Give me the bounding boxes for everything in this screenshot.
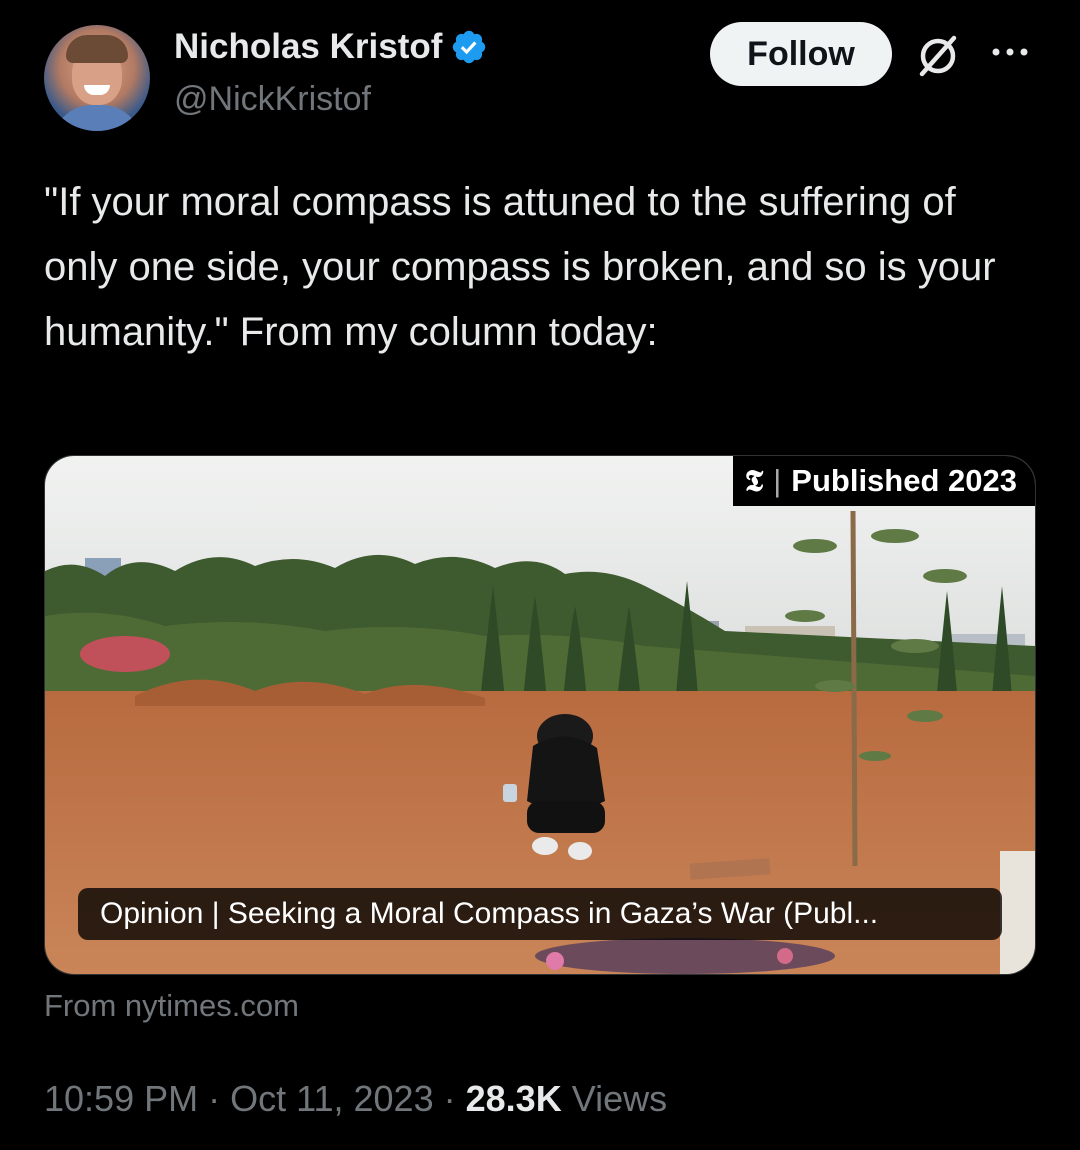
author-name-row[interactable]: Nicholas Kristof <box>174 27 488 67</box>
avatar-shirt <box>52 105 142 131</box>
avatar[interactable] <box>44 25 150 131</box>
card-source[interactable]: From nytimes.com <box>44 988 299 1024</box>
more-options-icon[interactable] <box>990 40 1030 64</box>
link-card[interactable]: 𝕿 | Published 2023 Opinion | Seeking a M… <box>44 455 1036 975</box>
avatar-hair <box>66 35 128 63</box>
follow-button[interactable]: Follow <box>710 22 892 86</box>
views-count: 28.3K <box>465 1078 562 1119</box>
tweet-time[interactable]: 10:59 PM <box>44 1078 198 1119</box>
author-name[interactable]: Nicholas Kristof <box>174 27 442 67</box>
tweet-meta: 10:59 PM · Oct 11, 2023 · 28.3K Views <box>44 1078 667 1120</box>
badge-separator: | <box>773 463 782 498</box>
published-badge: 𝕿 | Published 2023 <box>732 456 1035 506</box>
published-label: Published 2023 <box>791 463 1017 498</box>
nyt-logo-icon: 𝕿 <box>744 463 764 499</box>
views-label: Views <box>571 1078 668 1119</box>
verified-badge-icon <box>453 30 486 64</box>
tweet-text: "If your moral compass is attuned to the… <box>44 180 996 354</box>
card-title[interactable]: Opinion | Seeking a Moral Compass in Gaz… <box>78 888 1002 940</box>
meta-separator: · <box>208 1078 221 1119</box>
author-handle[interactable]: @NickKristof <box>174 80 371 119</box>
meta-separator: · <box>443 1078 456 1119</box>
grok-icon[interactable] <box>914 32 962 80</box>
tweet-date[interactable]: Oct 11, 2023 <box>230 1078 433 1119</box>
